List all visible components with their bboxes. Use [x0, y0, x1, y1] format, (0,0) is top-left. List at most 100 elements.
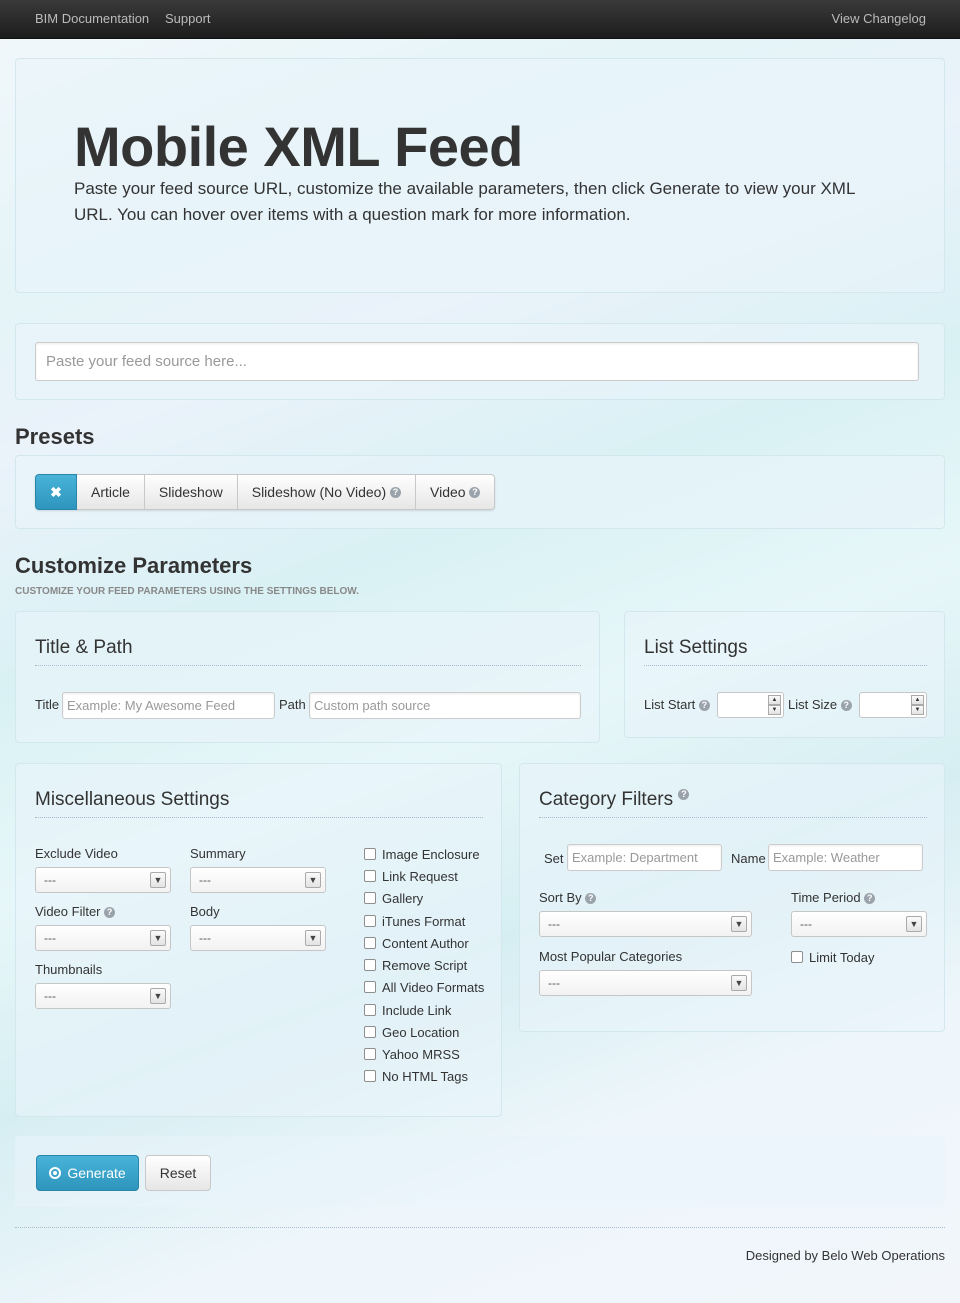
- exclude-video-select[interactable]: --- ▼: [35, 867, 171, 893]
- chevron-down-icon: ▼: [150, 988, 166, 1004]
- question-icon[interactable]: ?: [698, 700, 710, 711]
- question-icon[interactable]: ?: [678, 789, 690, 800]
- checkbox-box[interactable]: [364, 981, 376, 993]
- checkbox-content-author[interactable]: Content Author: [364, 935, 469, 951]
- category-filters-heading: Category Filters ?: [539, 789, 690, 811]
- chevron-down-icon: ▼: [150, 872, 166, 888]
- checkbox-box[interactable]: [364, 892, 376, 904]
- checkbox-box[interactable]: [364, 937, 376, 949]
- category-filters-panel: Category Filters ? Set Name Sort By ? --…: [519, 763, 945, 1032]
- path-label: Path: [279, 697, 306, 712]
- preset-slideshow-button[interactable]: Slideshow: [144, 474, 238, 510]
- divider: [644, 665, 927, 666]
- list-size-spinner[interactable]: ▲ ▼: [859, 692, 927, 718]
- circle-play-icon: [49, 1167, 62, 1179]
- preset-article-button[interactable]: Article: [77, 474, 145, 510]
- checkbox-gallery[interactable]: Gallery: [364, 890, 423, 906]
- top-navbar: BIM Documentation Support View Changelog: [0, 0, 960, 39]
- set-input[interactable]: [567, 844, 722, 871]
- footer-divider: [15, 1227, 945, 1228]
- checkbox-all-video-formats[interactable]: All Video Formats: [364, 979, 484, 995]
- customize-subheading: CUSTOMIZE YOUR FEED PARAMETERS USING THE…: [15, 586, 359, 597]
- checkbox-itunes-format[interactable]: iTunes Format: [364, 913, 465, 929]
- question-icon[interactable]: ?: [840, 700, 852, 711]
- checkbox-box[interactable]: [364, 1026, 376, 1038]
- checkbox-label: Include Link: [382, 1002, 452, 1018]
- nav-bim-documentation-link[interactable]: BIM Documentation: [35, 11, 149, 26]
- feed-source-panel: [15, 323, 945, 400]
- summary-select[interactable]: --- ▼: [190, 867, 326, 893]
- checkbox-box[interactable]: [791, 951, 803, 963]
- nav-support-link[interactable]: Support: [165, 11, 211, 26]
- generate-button[interactable]: Generate: [36, 1155, 139, 1191]
- question-icon[interactable]: ?: [864, 893, 876, 904]
- question-icon[interactable]: ?: [104, 907, 116, 918]
- checkbox-image-enclosure[interactable]: Image Enclosure: [364, 846, 480, 862]
- presets-button-group: ✖ Article Slideshow Slideshow (No Video)…: [35, 474, 496, 510]
- body-label: Body: [190, 904, 220, 919]
- checkbox-geo-location[interactable]: Geo Location: [364, 1024, 459, 1040]
- clear-preset-button[interactable]: ✖: [35, 474, 77, 510]
- checkbox-box[interactable]: [364, 1004, 376, 1016]
- thumbnails-value: ---: [44, 989, 56, 1003]
- reset-label: Reset: [159, 1165, 197, 1181]
- list-start-spinner[interactable]: ▲ ▼: [717, 692, 784, 718]
- checkbox-remove-script[interactable]: Remove Script: [364, 957, 467, 973]
- preset-slideshow-no-video-button[interactable]: Slideshow (No Video) ?: [237, 474, 416, 510]
- checkbox-box[interactable]: [364, 848, 376, 860]
- checkbox-no-html-tags[interactable]: No HTML Tags: [364, 1068, 468, 1084]
- checkbox-include-link[interactable]: Include Link: [364, 1002, 451, 1018]
- checkbox-box[interactable]: [364, 959, 376, 971]
- time-period-text: Time Period: [791, 890, 861, 905]
- preset-video-button[interactable]: Video ?: [416, 474, 496, 510]
- sort-by-text: Sort By: [539, 890, 582, 905]
- most-popular-categories-select[interactable]: --- ▼: [539, 970, 752, 996]
- limit-today-checkbox[interactable]: Limit Today: [791, 949, 875, 965]
- checkbox-box[interactable]: [364, 1048, 376, 1060]
- title-input[interactable]: [62, 692, 275, 719]
- question-icon[interactable]: ?: [390, 486, 401, 498]
- list-settings-heading: List Settings: [644, 637, 748, 658]
- most-popular-categories-label: Most Popular Categories: [539, 949, 683, 964]
- checkbox-box[interactable]: [364, 1070, 376, 1082]
- x-icon: ✖: [50, 483, 62, 500]
- checkbox-label: No HTML Tags: [382, 1068, 468, 1084]
- chevron-down-icon: ▼: [305, 930, 321, 946]
- checkbox-label: Image Enclosure: [382, 846, 480, 862]
- title-path-heading: Title & Path: [35, 637, 133, 658]
- name-input[interactable]: [768, 844, 923, 871]
- spin-down-icon[interactable]: ▼: [911, 705, 924, 715]
- customize-heading: Customize Parameters: [15, 553, 253, 578]
- chevron-down-icon: ▼: [731, 916, 747, 932]
- body-select[interactable]: --- ▼: [190, 925, 326, 951]
- summary-label: Summary: [190, 846, 246, 861]
- exclude-video-value: ---: [44, 873, 56, 887]
- list-settings-panel: List Settings List Start ? ▲ ▼ List Size…: [624, 611, 945, 738]
- summary-value: ---: [199, 873, 211, 887]
- most-popular-categories-value: ---: [548, 976, 560, 990]
- video-filter-select[interactable]: --- ▼: [35, 925, 171, 951]
- time-period-label: Time Period ?: [791, 890, 876, 905]
- question-icon[interactable]: ?: [469, 486, 481, 498]
- sort-by-select[interactable]: --- ▼: [539, 911, 752, 937]
- question-icon[interactable]: ?: [585, 893, 597, 904]
- thumbnails-select[interactable]: --- ▼: [35, 983, 171, 1009]
- hero-description: Paste your feed source URL, customize th…: [74, 179, 855, 224]
- limit-today-label: Limit Today: [809, 949, 875, 965]
- title-path-panel: Title & Path Title Path: [15, 611, 600, 743]
- preset-article-label: Article: [91, 484, 130, 500]
- spin-up-icon[interactable]: ▲: [768, 695, 781, 705]
- spin-down-icon[interactable]: ▼: [768, 705, 781, 715]
- spin-up-icon[interactable]: ▲: [911, 695, 924, 705]
- checkbox-box[interactable]: [364, 915, 376, 927]
- checkbox-link-request[interactable]: Link Request: [364, 868, 458, 884]
- reset-button[interactable]: Reset: [145, 1155, 211, 1191]
- nav-view-changelog-link[interactable]: View Changelog: [832, 11, 926, 26]
- checkbox-yahoo-mrss[interactable]: Yahoo MRSS: [364, 1046, 460, 1062]
- divider: [35, 665, 581, 666]
- feed-source-input[interactable]: [35, 342, 919, 381]
- time-period-select[interactable]: --- ▼: [791, 911, 927, 937]
- misc-settings-heading: Miscellaneous Settings: [35, 789, 230, 810]
- checkbox-box[interactable]: [364, 870, 376, 882]
- path-input[interactable]: [309, 692, 581, 719]
